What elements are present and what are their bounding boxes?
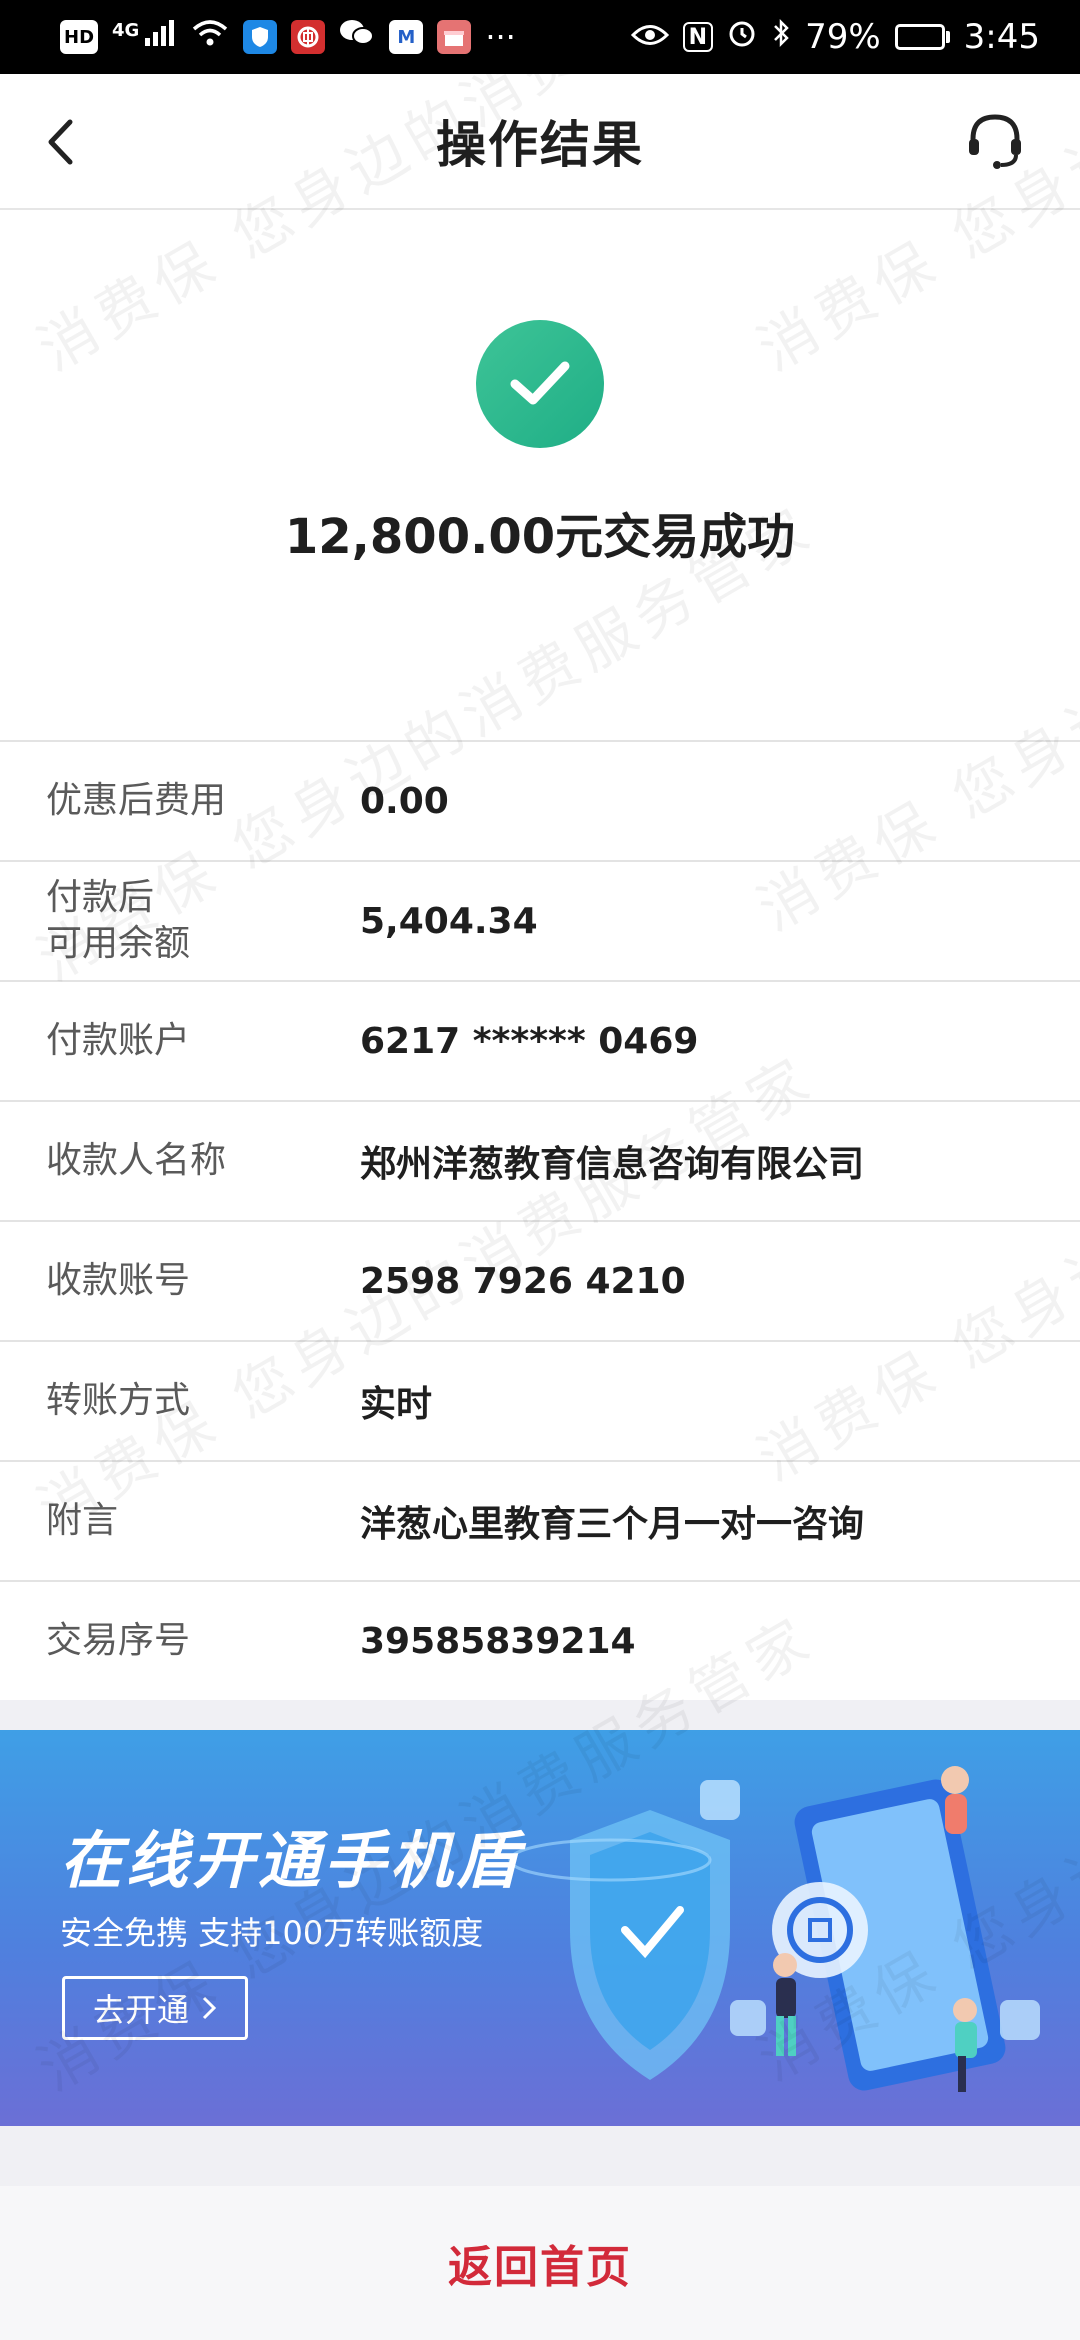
detail-row-remark: 附言 洋葱心里教育三个月一对一咨询 [0,1462,1080,1582]
banner-title: 在线开通手机盾 [60,1824,523,1897]
result-section: 12,800.00元交易成功 [0,212,1080,740]
bluetooth-icon [771,18,791,56]
promo-banner[interactable]: 在线开通手机盾 安全免携 支持100万转账额度 去开通 [0,1730,1080,2126]
detail-label: 优惠后费用 [46,780,227,821]
back-button[interactable] [30,112,90,172]
activate-button[interactable]: 去开通 [62,1976,248,2040]
detail-value: 39585839214 [360,1620,636,1662]
chevron-right-icon [202,1996,217,2020]
detail-value: 洋葱心里教育三个月一对一咨询 [360,1504,865,1545]
network-type: 4G [112,19,140,41]
detail-row-discounted-fee: 优惠后费用 0.00 [0,742,1080,862]
status-bar-right: N 79% 3:45 [630,17,1040,57]
headset-icon [969,114,1021,169]
activate-button-label: 去开通 [92,1991,189,2029]
banner-subtitle: 安全免携 支持100万转账额度 [60,1914,484,1952]
detail-value: 郑州洋葱教育信息咨询有限公司 [360,1144,865,1185]
gift-app-icon [437,20,472,54]
hd-icon: HD [60,20,99,54]
page-title: 操作结果 [436,116,644,174]
bank-app-icon [291,20,326,54]
success-check-icon [476,320,604,448]
detail-row-payee-name: 收款人名称 郑州洋葱教育信息咨询有限公司 [0,1102,1080,1222]
nav-header: 操作结果 [0,74,1080,210]
more-dots-icon: ··· [485,18,516,56]
detail-row-transfer-method: 转账方式 实时 [0,1342,1080,1462]
signal-icon [143,18,177,56]
result-message: 12,800.00元交易成功 [284,509,796,565]
detail-label: 收款账号 [46,1260,191,1301]
detail-row-serial-number: 交易序号 39585839214 [0,1582,1080,1702]
transaction-details: 优惠后费用 0.00 付款后 可用余额 5,404.34 付款账户 6217 *… [0,740,1080,1702]
eye-icon [630,18,669,56]
detail-value: 6217 ****** 0469 [360,1020,699,1062]
detail-value: 2598 7926 4210 [360,1260,686,1302]
detail-value: 0.00 [360,780,449,822]
nfc-icon: N [682,22,714,52]
detail-value: 实时 [360,1384,433,1425]
wechat-icon [339,18,375,56]
detail-label: 交易序号 [46,1620,191,1661]
detail-label: 付款后 可用余额 [46,877,191,964]
battery-percent: 79% [805,17,881,57]
detail-label: 付款账户 [46,1020,191,1061]
section-spacer [0,2126,1080,2186]
section-spacer [0,1700,1080,1730]
back-arrow-icon [48,119,73,165]
detail-value: 5,404.34 [360,900,538,942]
detail-row-available-balance: 付款后 可用余额 5,404.34 [0,862,1080,982]
detail-row-payer-account: 付款账户 6217 ****** 0469 [0,982,1080,1102]
footer: 返回首页 [0,2186,1080,2340]
alarm-icon [727,18,757,56]
detail-row-payee-account: 收款账号 2598 7926 4210 [0,1222,1080,1342]
status-bar: HD 4G M ··· N 79% 3:45 [0,0,1080,74]
status-bar-left: HD 4G M ··· [60,18,516,56]
mail-app-icon: M [389,20,424,54]
return-home-button[interactable]: 返回首页 [448,2231,632,2295]
detail-label: 转账方式 [46,1380,191,1421]
shield-phone-illustration [508,1766,1040,2092]
shield-app-icon [243,20,278,54]
detail-label: 附言 [46,1500,119,1541]
battery-icon [894,24,950,50]
clock: 3:45 [963,17,1040,57]
customer-service-button[interactable] [960,106,1030,176]
detail-label: 收款人名称 [46,1140,227,1181]
wifi-icon [191,18,229,56]
